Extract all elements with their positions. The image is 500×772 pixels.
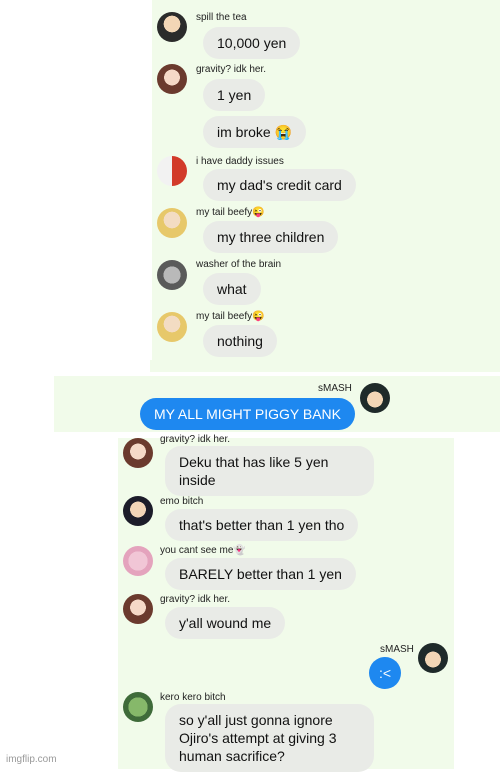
avatar: [418, 643, 448, 673]
avatar: [157, 260, 187, 290]
avatar: [157, 208, 187, 238]
sender-name: sMASH: [318, 383, 352, 394]
message-bubble[interactable]: BARELY better than 1 yen: [165, 558, 356, 590]
avatar: [157, 12, 187, 42]
avatar: [123, 496, 153, 526]
sender-name: spill the tea: [196, 12, 247, 23]
message-bubble[interactable]: what: [203, 273, 261, 305]
sender-name: sMASH: [380, 644, 414, 655]
sender-name: washer of the brain: [196, 259, 282, 270]
message-bubble[interactable]: :<: [369, 657, 402, 689]
message-bubble[interactable]: MY ALL MIGHT PIGGY BANK: [140, 398, 355, 430]
sender-name: my tail beefy😜: [196, 311, 265, 322]
avatar: [157, 64, 187, 94]
sender-name: emo bitch: [160, 496, 204, 507]
sender-name: kero kero bitch: [160, 692, 226, 703]
avatar: [157, 156, 187, 186]
avatar: [157, 312, 187, 342]
message-bubble[interactable]: Deku that has like 5 yen inside: [165, 446, 374, 496]
message-bubble[interactable]: my three children: [203, 221, 339, 253]
blank-area: [16, 0, 152, 360]
sender-name: gravity? idk her.: [160, 434, 231, 445]
avatar: [360, 383, 390, 413]
sender-name: gravity? idk her.: [196, 64, 267, 75]
sender-name: you cant see me👻: [160, 545, 246, 556]
avatar: [123, 546, 153, 576]
sender-name: my tail beefy😜: [196, 207, 265, 218]
watermark: imgflip.com: [6, 754, 57, 765]
avatar: [123, 594, 153, 624]
message-bubble[interactable]: y'all wound me: [165, 607, 286, 639]
message-bubble[interactable]: 1 yen: [203, 79, 266, 111]
message-bubble[interactable]: my dad's credit card: [203, 169, 356, 201]
sender-name: gravity? idk her.: [160, 594, 231, 605]
avatar: [123, 692, 153, 722]
message-bubble[interactable]: nothing: [203, 325, 277, 357]
message-bubble[interactable]: so y'all just gonna ignore Ojiro's attem…: [165, 704, 374, 772]
avatar: [123, 438, 153, 468]
message-bubble[interactable]: 10,000 yen: [203, 27, 301, 59]
message-bubble[interactable]: that's better than 1 yen tho: [165, 509, 359, 541]
sender-name: i have daddy issues: [196, 156, 284, 167]
message-bubble[interactable]: im broke 😭: [203, 116, 307, 148]
